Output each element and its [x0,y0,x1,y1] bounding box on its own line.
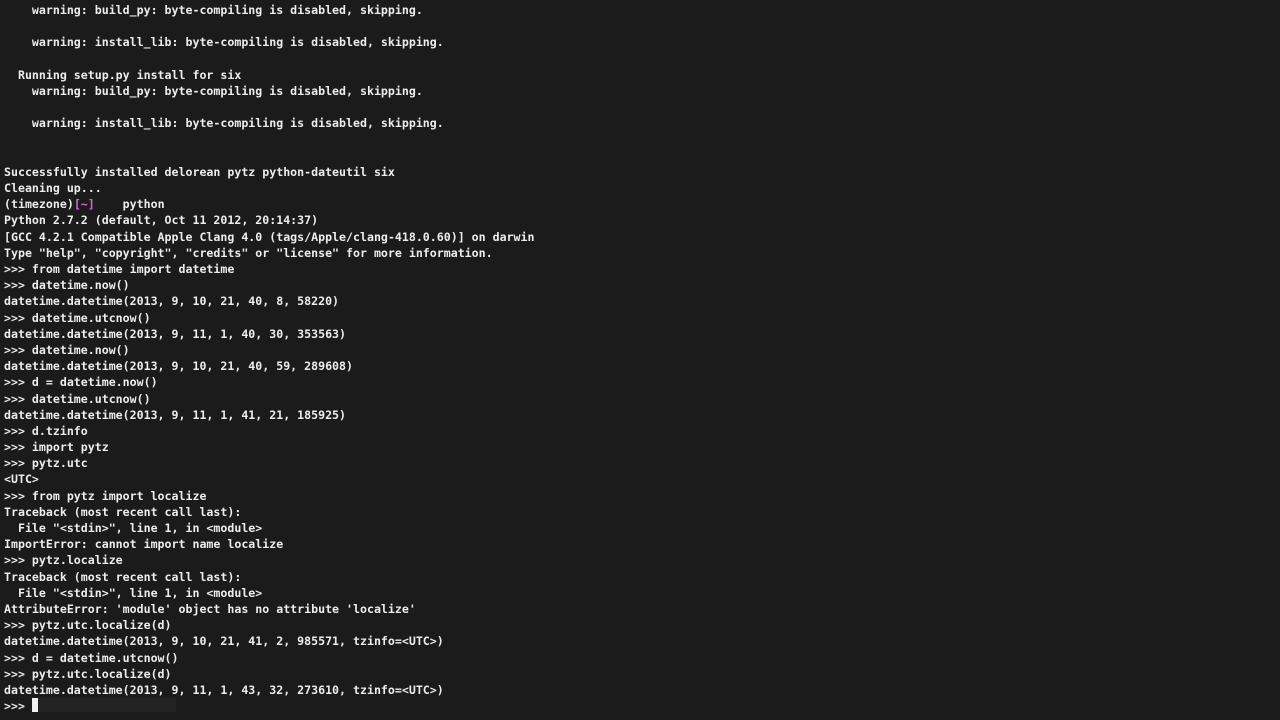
output-line: warning: install_lib: byte-compiling is … [4,35,444,50]
output-line: >>> from pytz import localize [4,488,207,503]
terminal-window[interactable]: warning: build_py: byte-compiling is dis… [0,0,1280,720]
output-line: >>> datetime.now() [4,278,130,293]
output-line: >>> import pytz [4,440,109,455]
output-line: warning: build_py: byte-compiling is dis… [4,3,423,17]
output-line: >>> pytz.utc.localize(d) [4,666,172,681]
output-line: warning: build_py: byte-compiling is dis… [4,83,423,98]
output-line: datetime.datetime(2013, 9, 10, 21, 41, 2… [4,634,444,649]
output-line: File "<stdin>", line 1, in <module> [4,585,263,600]
python-prompt: >>> [4,699,32,714]
output-line: >>> datetime.utcnow() [4,391,151,406]
output-line: Type "help", "copyright", "credits" or "… [4,245,493,260]
output-line: >>> pytz.utc.localize(d) [4,618,172,633]
output-line: <UTC> [4,472,39,487]
output-line: File "<stdin>", line 1, in <module> [4,521,263,535]
output-line: datetime.datetime(2013, 9, 10, 21, 40, 8… [4,294,340,309]
output-line: Traceback (most recent call last): [4,569,242,584]
output-line: datetime.datetime(2013, 9, 11, 1, 40, 30… [4,326,347,341]
output-line: warning: install_lib: byte-compiling is … [4,116,444,131]
output-line: >>> d.tzinfo [4,423,88,438]
output-line: Running setup.py install for six [4,67,242,82]
output-line: Traceback (most recent call last): [4,504,242,519]
shell-prompt-dir: [~] [73,197,95,212]
output-line: >>> pytz.utc [4,456,88,471]
output-line: >>> from datetime import datetime [4,262,235,276]
output-line: >>> pytz.localize [4,553,123,568]
shell-prompt-env: (timezone) [4,197,74,212]
current-prompt-line[interactable]: >>> [4,698,1280,714]
input-area[interactable] [37,698,176,713]
output-line: datetime.datetime(2013, 9, 11, 1, 43, 32… [4,682,444,697]
output-line: Cleaning up... [4,181,102,196]
output-line: [GCC 4.2.1 Compatible Apple Clang 4.0 (t… [4,229,535,244]
output-line: >>> d = datetime.now() [4,375,158,390]
terminal-output: warning: build_py: byte-compiling is dis… [4,2,1280,714]
output-line: AttributeError: 'module' object has no a… [4,601,416,616]
output-line: >>> d = datetime.utcnow() [4,650,179,665]
output-line: >>> datetime.now() [4,342,130,357]
output-line: datetime.datetime(2013, 9, 10, 21, 40, 5… [4,359,354,374]
output-line: Python 2.7.2 (default, Oct 11 2012, 20:1… [4,213,319,228]
output-line: datetime.datetime(2013, 9, 11, 1, 41, 21… [4,407,347,422]
output-line: ImportError: cannot import name localize [4,537,284,552]
shell-prompt-line: (timezone)[~] python [4,196,1280,212]
output-line: Successfully installed delorean pytz pyt… [4,164,395,179]
shell-command: python [94,197,165,212]
output-line: >>> datetime.utcnow() [4,310,151,325]
